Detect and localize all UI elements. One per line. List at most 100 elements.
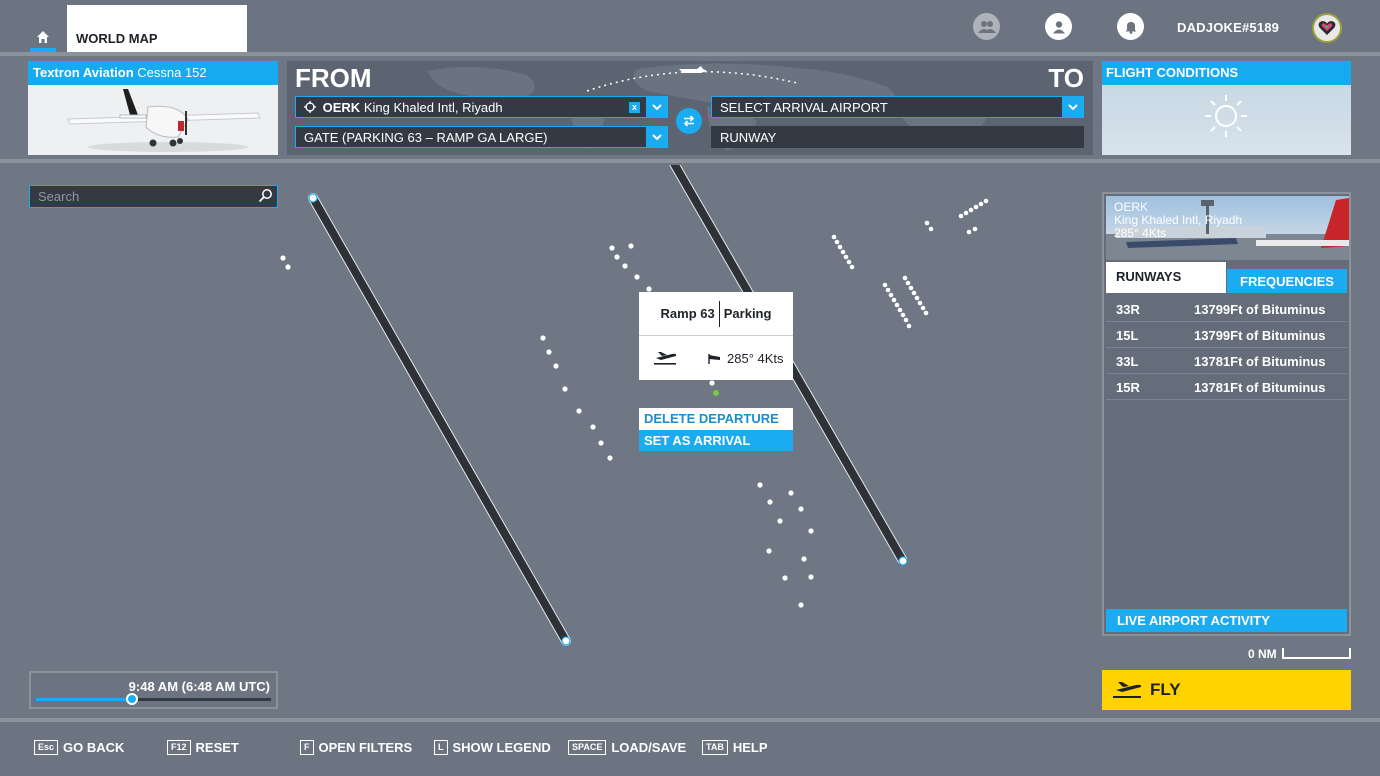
departure-gate-value: GATE (PARKING 63 – RAMP GA LARGE) (304, 130, 548, 145)
time-fill (36, 698, 133, 701)
key-badge: SPACE (568, 740, 607, 755)
runway-id: 15L (1116, 328, 1139, 343)
profile-button[interactable] (1045, 13, 1072, 40)
hint-label: GO BACK (63, 740, 125, 755)
hint-label: LOAD/SAVE (611, 740, 687, 755)
runway-row[interactable]: 15L 13799Ft of Bituminus (1106, 322, 1347, 348)
world-map-tab[interactable]: WORLD MAP (67, 5, 247, 52)
runway-info: 13781Ft of Bituminus (1194, 380, 1326, 395)
arrival-dropdown-button[interactable] (1062, 96, 1084, 118)
popup-wind: 285° 4Kts (727, 351, 784, 366)
key-badge: L (434, 740, 448, 755)
tab-runways[interactable]: RUNWAYS (1106, 262, 1226, 293)
sun-icon (1205, 95, 1247, 137)
time-of-day-slider[interactable]: 9:48 AM (6:48 AM UTC) (29, 671, 278, 709)
takeoff-plane-icon (1113, 682, 1142, 698)
swap-arrows-icon (683, 115, 695, 127)
avatar[interactable] (1312, 13, 1342, 43)
departure-plane-icon (654, 352, 677, 365)
search-icon (258, 189, 272, 203)
runway-id: 33L (1116, 354, 1139, 369)
hint-reset[interactable]: F12 RESET (167, 740, 239, 755)
set-as-arrival-button[interactable]: SET AS ARRIVAL (639, 430, 793, 451)
popup-body: 285° 4Kts (639, 336, 793, 380)
runway-id: 33R (1116, 302, 1140, 317)
bell-icon (1125, 21, 1136, 34)
aircraft-brand: Textron Aviation (33, 65, 134, 80)
airport-info-panel: OERK King Khaled Intl, Riyadh 285° 4Kts … (1102, 192, 1351, 636)
departure-airport-field[interactable]: OERK King Khaled Intl, Riyadh x (295, 96, 668, 118)
swap-route-button[interactable] (676, 108, 702, 134)
time-label: 9:48 AM (6:48 AM UTC) (128, 679, 270, 694)
top-bar: WORLD MAP DADJOKE#5189 (0, 0, 1380, 52)
key-badge: F (300, 740, 314, 755)
chevron-down-icon (652, 104, 662, 110)
heart-avatar-icon (1318, 21, 1336, 35)
aircraft-model: Cessna 152 (137, 65, 207, 80)
departure-name: King Khaled Intl, Riyadh (363, 100, 503, 115)
departure-dropdown-button[interactable] (646, 96, 668, 118)
runway-row[interactable]: 33R 13799Ft of Bituminus (1106, 296, 1347, 322)
username[interactable]: DADJOKE#5189 (1177, 20, 1279, 35)
hint-open-filters[interactable]: F OPEN FILTERS (300, 740, 412, 755)
airport-wind: 285° 4Kts (1114, 226, 1167, 240)
parking-spots[interactable] (280, 198, 989, 608)
to-label: TO (1048, 63, 1084, 93)
aircraft-card[interactable]: Textron Aviation Cessna 152 (28, 61, 278, 155)
user-icon (1052, 20, 1065, 33)
chevron-down-icon (652, 134, 662, 140)
departure-gate-field[interactable]: GATE (PARKING 63 – RAMP GA LARGE) (295, 126, 668, 148)
home-button[interactable] (28, 22, 58, 52)
key-badge: F12 (167, 740, 191, 755)
flight-conditions-card[interactable]: FLIGHT CONDITIONS (1102, 61, 1351, 155)
popup-header: Ramp 63 Parking (639, 292, 793, 336)
key-badge: TAB (702, 740, 728, 755)
hint-label: SHOW LEGEND (452, 740, 551, 755)
live-airport-activity-button[interactable]: LIVE AIRPORT ACTIVITY (1106, 609, 1347, 632)
hint-load-save[interactable]: SPACE LOAD/SAVE (568, 740, 686, 755)
runway-info: 13799Ft of Bituminus (1194, 328, 1326, 343)
time-track[interactable] (36, 693, 271, 705)
hint-show-legend[interactable]: L SHOW LEGEND (434, 740, 551, 755)
map-search-input[interactable]: Search (29, 185, 278, 208)
hint-label: RESET (195, 740, 239, 755)
delete-departure-button[interactable]: DELETE DEPARTURE (639, 408, 793, 430)
friends-icon (977, 20, 996, 33)
clear-departure-button[interactable]: x (629, 102, 640, 113)
popup-separator (718, 300, 720, 327)
arrival-airport-placeholder: SELECT ARRIVAL AIRPORT (720, 100, 888, 115)
aircraft-image (28, 85, 278, 155)
hint-label: OPEN FILTERS (318, 740, 413, 755)
map-scale-bar (1282, 648, 1351, 659)
tab-frequencies[interactable]: FREQUENCIES (1227, 269, 1347, 293)
chevron-down-icon (1068, 104, 1078, 110)
bottom-hint-bar: Esc GO BACK F12 RESET F OPEN FILTERS L S… (0, 722, 1380, 776)
arrival-airport-field[interactable]: SELECT ARRIVAL AIRPORT (711, 96, 1084, 118)
divider (0, 159, 1380, 163)
hint-label: HELP (732, 740, 768, 755)
airport-photo: OERK King Khaled Intl, Riyadh 285° 4Kts (1106, 196, 1349, 260)
runway-row[interactable]: 33L 13781Ft of Bituminus (1106, 348, 1347, 374)
friends-button[interactable] (973, 13, 1000, 40)
runway-id: 15R (1116, 380, 1140, 395)
selected-spot-marker[interactable] (713, 390, 719, 396)
search-placeholder: Search (38, 189, 80, 204)
popup-spot-type: Parking (723, 306, 772, 321)
notifications-button[interactable] (1117, 13, 1144, 40)
runway-info: 13799Ft of Bituminus (1194, 302, 1326, 317)
divider (0, 52, 1380, 56)
hint-help[interactable]: TAB HELP (702, 740, 768, 755)
home-icon (37, 31, 49, 43)
fly-button[interactable]: FLY (1102, 670, 1351, 710)
key-badge: Esc (34, 740, 59, 755)
aircraft-title: Textron Aviation Cessna 152 (28, 61, 278, 85)
hint-go-back[interactable]: Esc GO BACK (34, 740, 124, 755)
runway-row[interactable]: 15R 13781Ft of Bituminus (1106, 374, 1347, 400)
flight-conditions-title: FLIGHT CONDITIONS (1102, 61, 1351, 85)
gate-dropdown-button[interactable] (646, 126, 668, 148)
arrival-runway-field[interactable]: RUNWAY (711, 126, 1084, 148)
popup-spot-name: Ramp 63 (660, 306, 715, 321)
time-slider-handle[interactable] (126, 693, 139, 705)
runway-info: 13781Ft of Bituminus (1194, 354, 1326, 369)
runway-west[interactable] (308, 193, 571, 646)
